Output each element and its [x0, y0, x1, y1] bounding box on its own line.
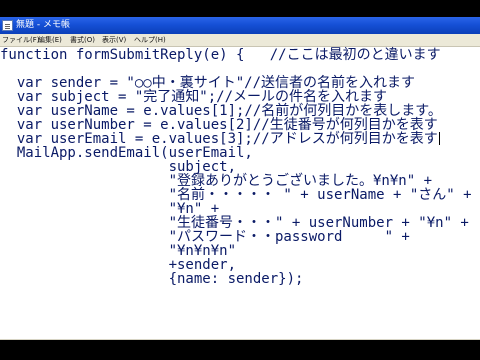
menu-file[interactable]: ファイル(F)	[2, 35, 40, 45]
code-line: var userEmail = e.values[3];//アドレスが何列目かを…	[0, 132, 440, 146]
code-line: "登録ありがとうございました。¥n¥n" +	[0, 173, 433, 189]
code-line: "¥n¥n¥n"	[0, 243, 237, 259]
code-line: "¥n" +	[0, 201, 220, 217]
menu-help[interactable]: ヘルプ(H)	[134, 35, 166, 45]
window-title: 無題 - メモ帳	[16, 20, 70, 30]
code-line: var subject = "完了通知";//メールの件名を入れます	[0, 89, 388, 105]
menu-format[interactable]: 書式(O)	[70, 35, 95, 45]
horizontal-scrollbar[interactable]	[0, 339, 480, 340]
notepad-icon	[2, 20, 13, 31]
code-line: "生徒番号・・・" + userNumber + "¥n" +	[0, 215, 469, 231]
menu-edit[interactable]: 編集(E)	[38, 35, 62, 45]
code-line: "名前・・・・・ " + userName + "さん" +	[0, 187, 472, 203]
notepad-window: 無題 - メモ帳 ファイル(F) 編集(E) 書式(O) 表示(V) ヘルプ(H…	[0, 17, 480, 340]
menu-view[interactable]: 表示(V)	[102, 35, 126, 45]
code-line: subject,	[0, 159, 237, 175]
menu-bar: ファイル(F) 編集(E) 書式(O) 表示(V) ヘルプ(H)	[0, 34, 480, 47]
code-line: "パスワード・・password " +	[0, 229, 410, 245]
code-line: MailApp.sendEmail(userEmail,	[0, 145, 253, 161]
code-line: +sender,	[0, 257, 237, 273]
code-line: function formSubmitReply(e) { //ここは最初のと違…	[0, 47, 441, 63]
code-line: var userNumber = e.values[2]//生徒番号が何列目かを…	[0, 117, 438, 133]
code-line: var userName = e.values[1];//名前が何列目かを表しま…	[0, 103, 442, 119]
title-bar[interactable]: 無題 - メモ帳	[0, 17, 480, 34]
code-line: var sender = "○○中・裏サイト"//送信者の名前を入れます	[0, 75, 416, 91]
code-line: {name: sender});	[0, 271, 304, 287]
text-editor[interactable]: function formSubmitReply(e) { //ここは最初のと違…	[0, 47, 480, 337]
text-caret	[438, 132, 440, 145]
